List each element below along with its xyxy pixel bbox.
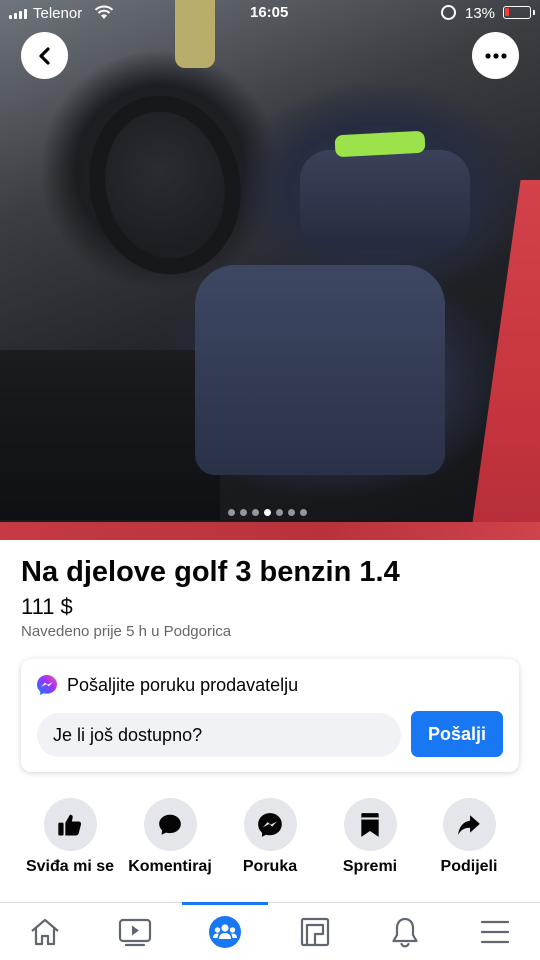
menu-icon — [480, 920, 510, 944]
carousel-dot[interactable] — [252, 509, 259, 516]
action-label: Komentiraj — [128, 858, 212, 875]
carousel-dot[interactable] — [228, 509, 235, 516]
action-label: Podijeli — [440, 858, 498, 875]
listing-title: Na djelove golf 3 benzin 1.4 — [21, 556, 400, 588]
photo-detail — [72, 81, 258, 289]
chevron-left-icon — [38, 46, 50, 65]
bottom-navigation — [0, 902, 540, 960]
message-seller-card: Pošaljite poruku prodavatelju Pošalji — [21, 659, 519, 772]
carrier-name: Telenor — [33, 5, 83, 22]
carousel-dot[interactable] — [288, 509, 295, 516]
message-button[interactable]: Poruka — [215, 798, 325, 876]
signal-strength-icon — [9, 9, 27, 19]
bookmark-icon — [361, 812, 379, 837]
message-card-title: Pošaljite poruku prodavatelju — [67, 674, 299, 695]
like-button[interactable]: Sviđa mi se — [15, 798, 125, 876]
back-button[interactable] — [21, 32, 68, 79]
listing-meta: Navedeno prije 5 h u Podgorica — [21, 623, 232, 640]
share-icon — [458, 814, 480, 835]
listing-photo[interactable] — [0, 0, 540, 540]
status-bar: Telenor 16:05 13% — [0, 0, 540, 28]
wifi-icon — [94, 5, 114, 19]
action-label: Poruka — [242, 858, 298, 875]
message-card-header: Pošaljite poruku prodavatelju — [36, 674, 298, 696]
watch-icon — [118, 918, 152, 947]
marketplace-listing-page: Telenor 16:05 13% Na djelove golf 3 benz… — [0, 0, 540, 960]
save-button[interactable]: Spremi — [315, 798, 425, 876]
groups-icon — [209, 916, 241, 948]
comment-button[interactable]: Komentiraj — [115, 798, 225, 876]
messenger-icon — [258, 812, 282, 837]
nav-menu[interactable] — [450, 903, 540, 960]
photo-detail — [0, 350, 220, 520]
more-dots-icon — [484, 52, 507, 59]
rotation-lock-icon — [441, 5, 456, 20]
action-bar: Sviđa mi se Komentiraj Poruka Spremi Pod… — [0, 798, 540, 898]
messenger-icon — [37, 675, 57, 695]
nav-marketplace[interactable] — [270, 903, 360, 960]
carousel-dot[interactable] — [276, 509, 283, 516]
carousel-indicator — [228, 509, 307, 516]
carousel-dot[interactable] — [264, 509, 271, 516]
clock: 16:05 — [250, 4, 289, 21]
battery-level — [505, 8, 509, 16]
battery-percent: 13% — [465, 5, 496, 22]
carousel-dot[interactable] — [300, 509, 307, 516]
send-button[interactable]: Pošalji — [411, 711, 503, 757]
comment-icon — [159, 814, 181, 835]
action-label: Sviđa mi se — [25, 858, 115, 875]
nav-notifications[interactable] — [360, 903, 450, 960]
photo-detail — [0, 522, 540, 540]
action-label: Spremi — [342, 858, 398, 875]
message-input[interactable] — [37, 713, 401, 757]
nav-groups[interactable] — [180, 902, 270, 960]
nav-watch[interactable] — [90, 903, 180, 960]
thumbs-up-icon — [58, 814, 82, 835]
home-icon — [31, 918, 59, 946]
nav-home[interactable] — [0, 903, 90, 960]
photo-detail — [300, 150, 470, 250]
more-options-button[interactable] — [472, 32, 519, 79]
photo-detail — [334, 130, 426, 158]
carousel-dot[interactable] — [240, 509, 247, 516]
marketplace-icon — [300, 917, 330, 947]
bell-icon — [392, 917, 418, 948]
photo-detail — [470, 180, 540, 540]
photo-detail — [195, 265, 445, 475]
share-button[interactable]: Podijeli — [414, 798, 524, 876]
battery-icon — [503, 6, 535, 19]
listing-price: 111 $ — [21, 594, 73, 619]
